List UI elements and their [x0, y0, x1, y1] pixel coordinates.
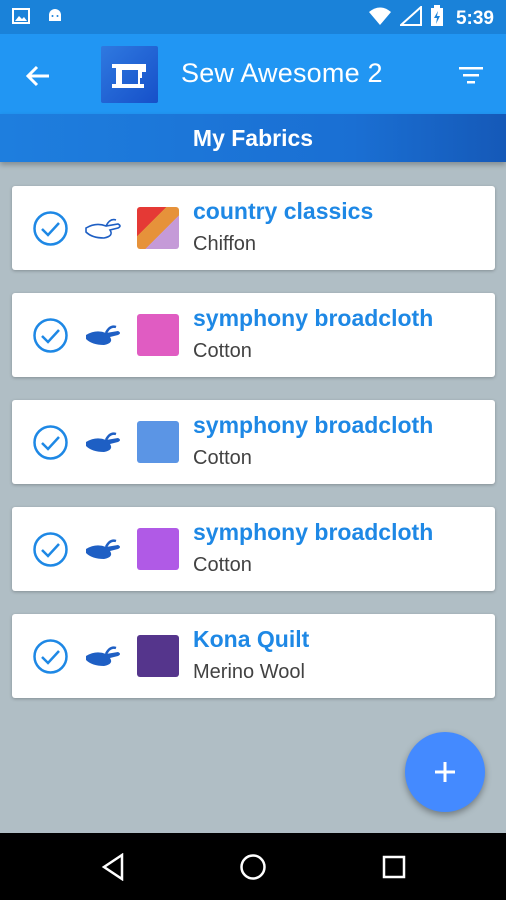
fabric-name: country classics [193, 198, 374, 224]
triangle-back-icon [101, 853, 124, 881]
back-button[interactable] [18, 56, 58, 96]
system-nav-bar [0, 833, 506, 900]
fabric-swatch [137, 421, 179, 463]
fabric-swatch [137, 528, 179, 570]
fabric-card[interactable]: country classics Chiffon [12, 186, 495, 270]
fabric-swatch [137, 207, 179, 249]
battery-charging-icon [430, 5, 444, 32]
fabric-name: symphony broadcloth [193, 305, 434, 331]
fabric-type: Chiffon [193, 233, 257, 255]
check-circle-icon[interactable] [32, 531, 69, 568]
app-title: Sew Awesome 2 [181, 58, 383, 88]
fabric-card[interactable]: Kona Quilt Merino Wool [12, 614, 495, 698]
filter-button[interactable] [454, 58, 488, 92]
android-icon [46, 7, 64, 30]
check-circle-icon[interactable] [32, 424, 69, 461]
nav-back-button[interactable] [95, 849, 131, 885]
sewing-machine-logo [101, 46, 158, 103]
image-icon [12, 7, 30, 30]
status-time: 5:39 [455, 7, 494, 29]
fabric-card[interactable]: symphony broadcloth Cotton [12, 293, 495, 377]
nav-recents-button[interactable] [376, 849, 412, 885]
nav-home-button[interactable] [235, 849, 271, 885]
check-circle-icon[interactable] [32, 638, 69, 675]
circle-home-icon [240, 854, 266, 880]
fabric-card[interactable]: symphony broadcloth Cotton [12, 507, 495, 591]
section-title: My Fabrics [192, 125, 314, 151]
fabric-swatch [137, 635, 179, 677]
fabric-type: Cotton [193, 447, 252, 469]
fabric-list: country classics Chiffon symphony broadc… [12, 186, 495, 721]
section-header: My Fabrics [0, 114, 506, 162]
plus-icon [435, 762, 455, 782]
back-arrow-icon [25, 65, 49, 87]
hand-wash-icon [86, 646, 120, 666]
add-fabric-button[interactable] [405, 732, 485, 812]
hand-wash-outline-icon [85, 218, 121, 239]
hand-wash-icon [86, 432, 120, 452]
app-bar: Sew Awesome 2 [0, 34, 506, 114]
square-recents-icon [382, 855, 406, 879]
status-bar: 5:39 [0, 0, 506, 34]
fabric-type: Cotton [193, 554, 252, 576]
wifi-icon [368, 6, 392, 31]
hand-wash-icon [86, 539, 120, 559]
check-circle-icon[interactable] [32, 210, 69, 247]
fabric-name: Kona Quilt [193, 626, 310, 652]
fabric-type: Cotton [193, 340, 252, 362]
fabric-name: symphony broadcloth [193, 519, 434, 545]
fabric-name: symphony broadcloth [193, 412, 434, 438]
hand-wash-icon [86, 325, 120, 345]
signal-icon [398, 4, 422, 31]
fabric-swatch [137, 314, 179, 356]
fabric-card[interactable]: symphony broadcloth Cotton [12, 400, 495, 484]
fabric-type: Merino Wool [193, 661, 305, 683]
filter-icon [459, 67, 483, 84]
check-circle-icon[interactable] [32, 317, 69, 354]
